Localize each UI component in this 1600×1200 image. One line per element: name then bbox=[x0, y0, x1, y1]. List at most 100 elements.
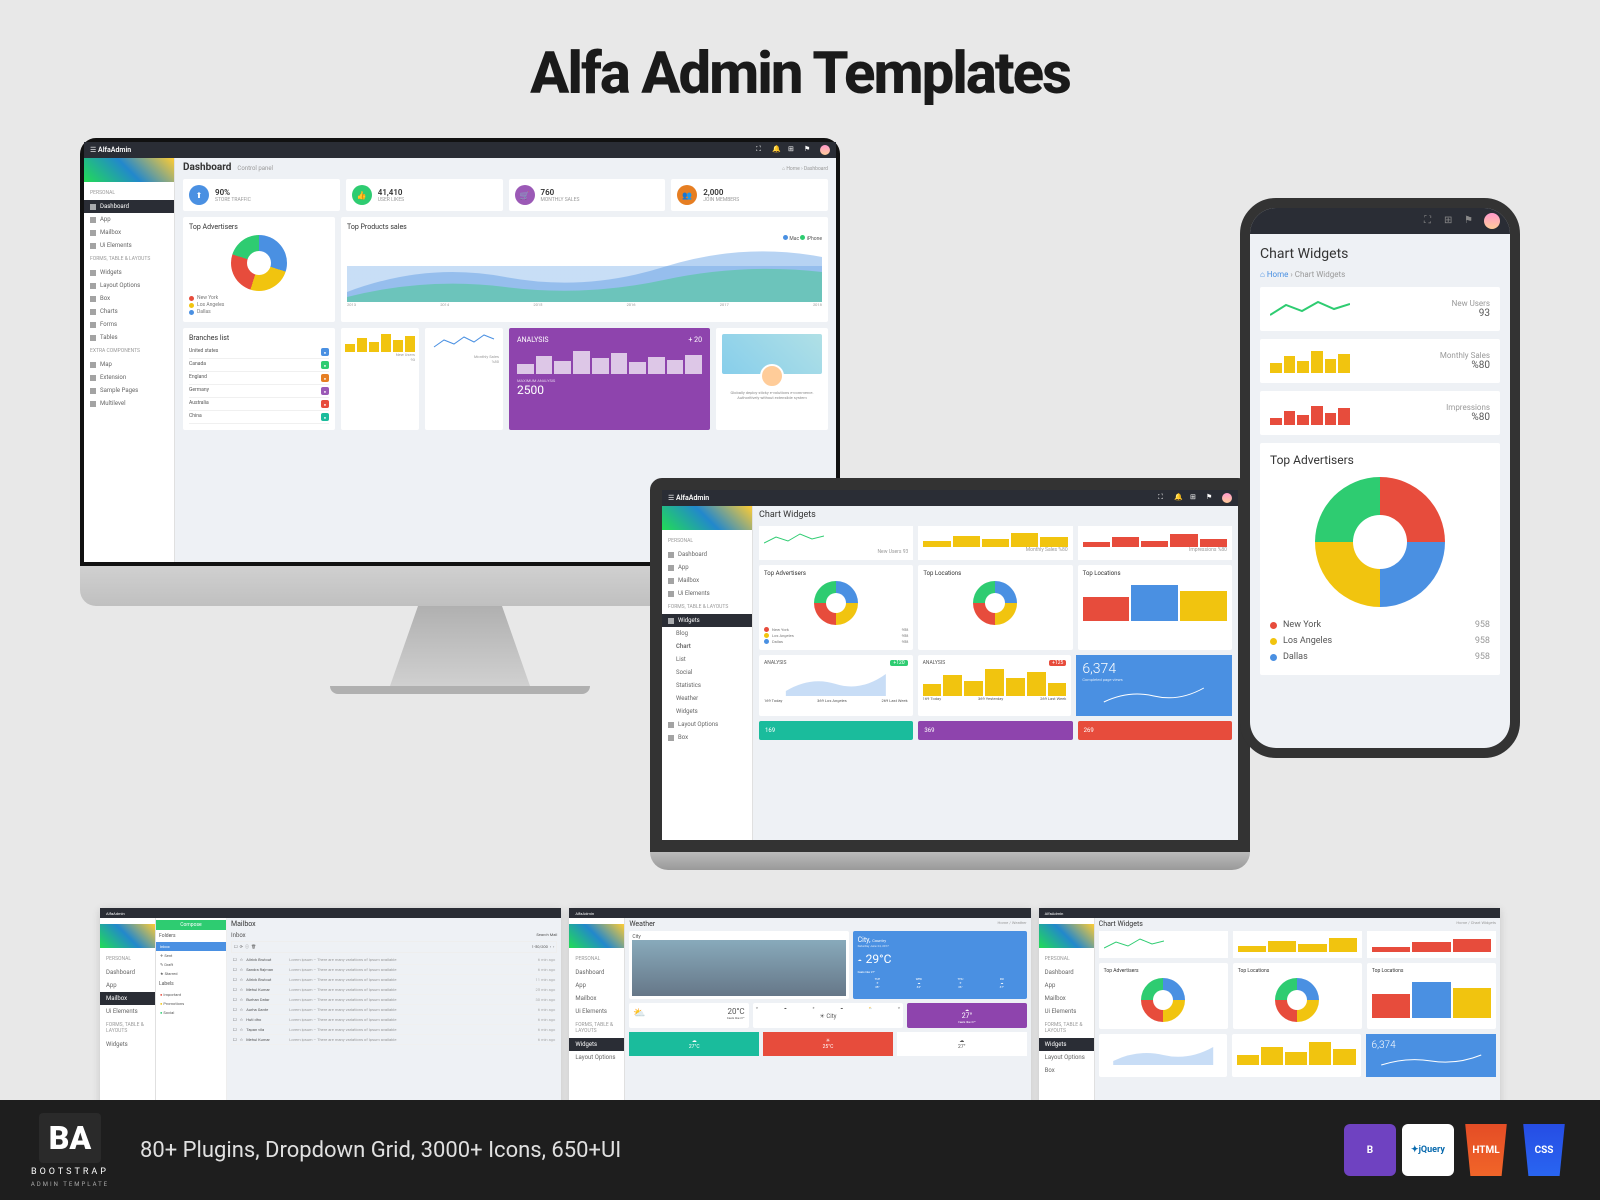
sidebar-item-forms[interactable]: Forms bbox=[84, 318, 174, 331]
sidebar-item-pages[interactable]: Sample Pages bbox=[84, 384, 174, 397]
checkbox-all[interactable]: ☐ bbox=[234, 944, 238, 950]
flag-icon[interactable]: ⚑ bbox=[1206, 493, 1216, 503]
prev-icon[interactable]: ‹ bbox=[550, 944, 551, 950]
brand[interactable]: AlfaAdmin bbox=[98, 146, 131, 154]
folder-sent[interactable]: ✈ Sent bbox=[156, 951, 226, 960]
sidebar-item-ui[interactable]: Ui Elements bbox=[84, 239, 174, 252]
sidebar-item-mailbox[interactable]: Mailbox bbox=[84, 226, 174, 239]
star-icon[interactable]: ☆ bbox=[240, 967, 244, 972]
sidebar-item[interactable]: App bbox=[569, 979, 624, 992]
brand[interactable]: AlfaAdmin bbox=[676, 494, 709, 502]
avatar[interactable] bbox=[1222, 493, 1232, 503]
checkbox[interactable]: ☐ bbox=[233, 997, 237, 1002]
sidebar-item[interactable]: Ui Elements bbox=[1039, 1005, 1094, 1018]
notification-icon[interactable]: 🔔 bbox=[1174, 493, 1184, 503]
sidebar-item[interactable]: App bbox=[100, 979, 155, 992]
sidebar-item-dashboard[interactable]: Dashboard bbox=[84, 200, 174, 213]
delete-icon[interactable]: 🗑 bbox=[251, 944, 256, 950]
folder-inbox[interactable]: Inbox bbox=[156, 942, 226, 951]
sidebar-item[interactable]: Dashboard bbox=[569, 966, 624, 979]
sidebar-item-map[interactable]: Map bbox=[84, 358, 174, 371]
inbox-row[interactable]: ☐☆Huti dhoLorem ipsum – There are many v… bbox=[231, 1015, 557, 1025]
sidebar-subitem[interactable]: List bbox=[662, 653, 752, 666]
label-item[interactable]: ● Promotions bbox=[156, 999, 226, 1008]
sidebar-item-box[interactable]: Box bbox=[84, 292, 174, 305]
menu-icon[interactable]: ☰ bbox=[90, 146, 96, 154]
sidebar-subitem[interactable]: Weather bbox=[662, 692, 752, 705]
sidebar-item[interactable]: Mailbox bbox=[662, 574, 752, 587]
star-icon[interactable]: ☆ bbox=[240, 1027, 244, 1032]
checkbox[interactable]: ☐ bbox=[233, 1037, 237, 1042]
star-icon[interactable]: ☆ bbox=[240, 977, 244, 982]
notification-icon[interactable]: ⊞ bbox=[1444, 215, 1456, 227]
sidebar-subitem[interactable]: Statistics bbox=[662, 679, 752, 692]
sidebar-item[interactable]: Layout Options bbox=[662, 718, 752, 731]
inbox-row[interactable]: ☐☆Aurha GanteLorem ipsum – There are man… bbox=[231, 1005, 557, 1015]
label-item[interactable]: ● Social bbox=[156, 1008, 226, 1017]
sidebar-item[interactable]: Layout Options bbox=[1039, 1051, 1094, 1064]
inbox-row[interactable]: ☐☆Mehul KumarLorem ipsum – There are man… bbox=[231, 1035, 557, 1045]
checkbox[interactable]: ☐ bbox=[233, 967, 237, 972]
refresh-icon[interactable]: ⟳ bbox=[240, 944, 243, 950]
next-icon[interactable]: › bbox=[553, 944, 554, 950]
sidebar-item-widgets[interactable]: Widgets bbox=[662, 614, 752, 627]
sidebar-item[interactable]: Mailbox bbox=[100, 992, 155, 1005]
branch-row[interactable]: England● bbox=[189, 372, 329, 385]
fullscreen-icon[interactable]: ⛶ bbox=[1424, 215, 1436, 227]
sidebar-item-ext[interactable]: Extension bbox=[84, 371, 174, 384]
sidebar-item[interactable]: Widgets bbox=[569, 1038, 624, 1051]
branch-row[interactable]: Germany● bbox=[189, 385, 329, 398]
sidebar-item[interactable]: Dashboard bbox=[662, 548, 752, 561]
checkbox[interactable]: ☐ bbox=[233, 1017, 237, 1022]
sidebar-item[interactable]: Mailbox bbox=[569, 992, 624, 1005]
fullscreen-icon[interactable]: ⛶ bbox=[1158, 493, 1168, 503]
folder-starred[interactable]: ★ Starred bbox=[156, 969, 226, 978]
breadcrumb[interactable]: Home / Chart Widgets bbox=[1456, 920, 1496, 928]
sidebar-subitem-active[interactable]: Chart bbox=[662, 640, 752, 653]
compose-button[interactable]: Compose bbox=[156, 920, 226, 930]
breadcrumb[interactable]: Home / Weather bbox=[997, 920, 1026, 928]
sidebar-item[interactable]: Widgets bbox=[1039, 1038, 1094, 1051]
info-icon[interactable]: ⓘ bbox=[245, 944, 249, 950]
sidebar-item[interactable]: Box bbox=[662, 731, 752, 744]
star-icon[interactable]: ☆ bbox=[240, 1037, 244, 1042]
star-icon[interactable]: ☆ bbox=[240, 1017, 244, 1022]
inbox-row[interactable]: ☐☆Burhan DatarLorem ipsum – There are ma… bbox=[231, 995, 557, 1005]
label-item[interactable]: ● Important bbox=[156, 990, 226, 999]
sidebar-item-app[interactable]: App bbox=[84, 213, 174, 226]
sidebar-item-layout[interactable]: Layout Options bbox=[84, 279, 174, 292]
inbox-row[interactable]: ☐☆Mehul KumarLorem ipsum – There are man… bbox=[231, 985, 557, 995]
breadcrumb[interactable]: ⌂ Home › Dashboard bbox=[782, 166, 828, 172]
checkbox[interactable]: ☐ bbox=[233, 987, 237, 992]
checkbox[interactable]: ☐ bbox=[233, 1027, 237, 1032]
star-icon[interactable]: ☆ bbox=[240, 1007, 244, 1012]
sidebar-item[interactable]: Ui Elements bbox=[662, 587, 752, 600]
sidebar-item[interactable]: Mailbox bbox=[1039, 992, 1094, 1005]
sidebar-item[interactable]: App bbox=[1039, 979, 1094, 992]
search-input[interactable]: Search Mail bbox=[536, 932, 557, 939]
sidebar-item[interactable]: Widgets bbox=[100, 1038, 155, 1051]
sidebar-item[interactable]: Box bbox=[1039, 1064, 1094, 1077]
sidebar-item[interactable]: App bbox=[662, 561, 752, 574]
sidebar-item[interactable]: Ui Elements bbox=[100, 1005, 155, 1018]
inbox-row[interactable]: ☐☆Alirick BrutoutLorem ipsum – There are… bbox=[231, 955, 557, 965]
checkbox[interactable]: ☐ bbox=[233, 1007, 237, 1012]
branch-row[interactable]: China● bbox=[189, 411, 329, 424]
sidebar-item-multilevel[interactable]: Multilevel bbox=[84, 397, 174, 410]
inbox-row[interactable]: ☐☆Sandra RajmanLorem ipsum – There are m… bbox=[231, 965, 557, 975]
sidebar-item[interactable]: Dashboard bbox=[100, 966, 155, 979]
flag-icon[interactable]: ⚑ bbox=[1464, 215, 1476, 227]
star-icon[interactable]: ☆ bbox=[240, 957, 244, 962]
inbox-row[interactable]: ☐☆Alirick BrutoutLorem ipsum – There are… bbox=[231, 975, 557, 985]
branch-row[interactable]: United states● bbox=[189, 346, 329, 359]
menu-icon[interactable]: ☰ bbox=[668, 494, 674, 502]
folder-draft[interactable]: ✎ Draft bbox=[156, 960, 226, 969]
apps-icon[interactable]: ⊞ bbox=[1190, 493, 1200, 503]
star-icon[interactable]: ☆ bbox=[240, 997, 244, 1002]
breadcrumb[interactable]: ⌂ Home › Chart Widgets bbox=[1260, 270, 1500, 279]
checkbox[interactable]: ☐ bbox=[233, 977, 237, 982]
sidebar-item[interactable]: Ui Elements bbox=[569, 1005, 624, 1018]
sidebar-item[interactable]: Dashboard bbox=[1039, 966, 1094, 979]
inbox-row[interactable]: ☐☆Tapan vilaLorem ipsum – There are many… bbox=[231, 1025, 557, 1035]
sidebar-item[interactable]: Layout Options bbox=[569, 1051, 624, 1064]
